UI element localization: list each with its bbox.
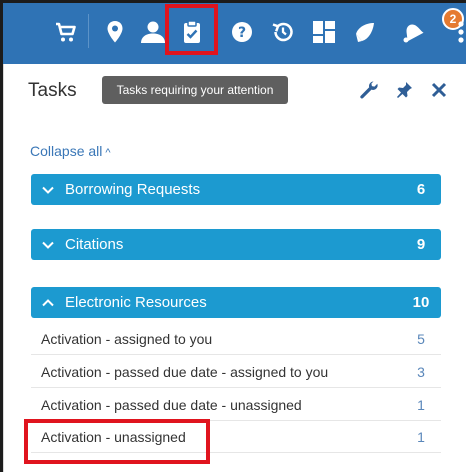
tasks-tooltip: Tasks requiring your attention: [102, 76, 288, 104]
user-icon[interactable]: [140, 19, 166, 45]
chevron-down-icon: [31, 186, 65, 194]
svg-text:?: ?: [238, 25, 246, 41]
bell-icon[interactable]: [396, 19, 426, 45]
task-label: Activation - passed due date - assigned …: [41, 363, 329, 380]
tasks-icon-highlight: [165, 4, 218, 55]
task-label: Activation - passed due date - unassigne…: [41, 396, 302, 413]
task-row[interactable]: Activation - assigned to you 5: [31, 323, 441, 355]
task-row[interactable]: Activation - passed due date - assigned …: [31, 356, 441, 388]
pin-icon[interactable]: [394, 80, 414, 100]
wrench-icon[interactable]: [358, 80, 380, 100]
activation-unassigned-highlight: [24, 419, 210, 464]
section-count: 6: [416, 181, 426, 198]
history-icon[interactable]: [270, 19, 296, 45]
section-label: Citations: [65, 236, 124, 253]
close-icon[interactable]: [429, 80, 449, 100]
cart-icon[interactable]: [52, 19, 80, 45]
toolbar-divider: [88, 14, 89, 48]
section-label: Electronic Resources: [65, 294, 207, 311]
section-citations[interactable]: Citations 9: [31, 229, 441, 260]
collapse-all-label: Collapse all: [30, 143, 103, 159]
task-row[interactable]: Activation - passed due date - unassigne…: [31, 389, 441, 421]
section-count: 9: [416, 236, 426, 253]
panel-title: Tasks: [28, 80, 77, 101]
task-count-link[interactable]: 1: [401, 429, 441, 445]
location-pin-icon[interactable]: [104, 19, 126, 45]
chevron-up-icon: ^: [105, 147, 111, 159]
task-count-link[interactable]: 1: [401, 397, 441, 413]
task-count-link[interactable]: 5: [401, 331, 441, 347]
task-label: Activation - assigned to you: [41, 330, 213, 347]
more-icon[interactable]: [457, 19, 465, 45]
help-icon[interactable]: ?: [230, 19, 254, 45]
task-count-link[interactable]: 3: [401, 364, 441, 380]
section-electronic-resources[interactable]: Electronic Resources 10: [31, 287, 441, 318]
section-count: 10: [412, 294, 430, 311]
collapse-all-link[interactable]: Collapse all ^: [30, 143, 111, 159]
megaphone-icon[interactable]: [353, 19, 379, 45]
chevron-up-icon: [31, 298, 65, 307]
section-borrowing-requests[interactable]: Borrowing Requests 6: [31, 174, 441, 205]
chevron-down-icon: [31, 241, 65, 249]
section-label: Borrowing Requests: [65, 181, 201, 198]
widgets-icon[interactable]: [311, 19, 337, 45]
